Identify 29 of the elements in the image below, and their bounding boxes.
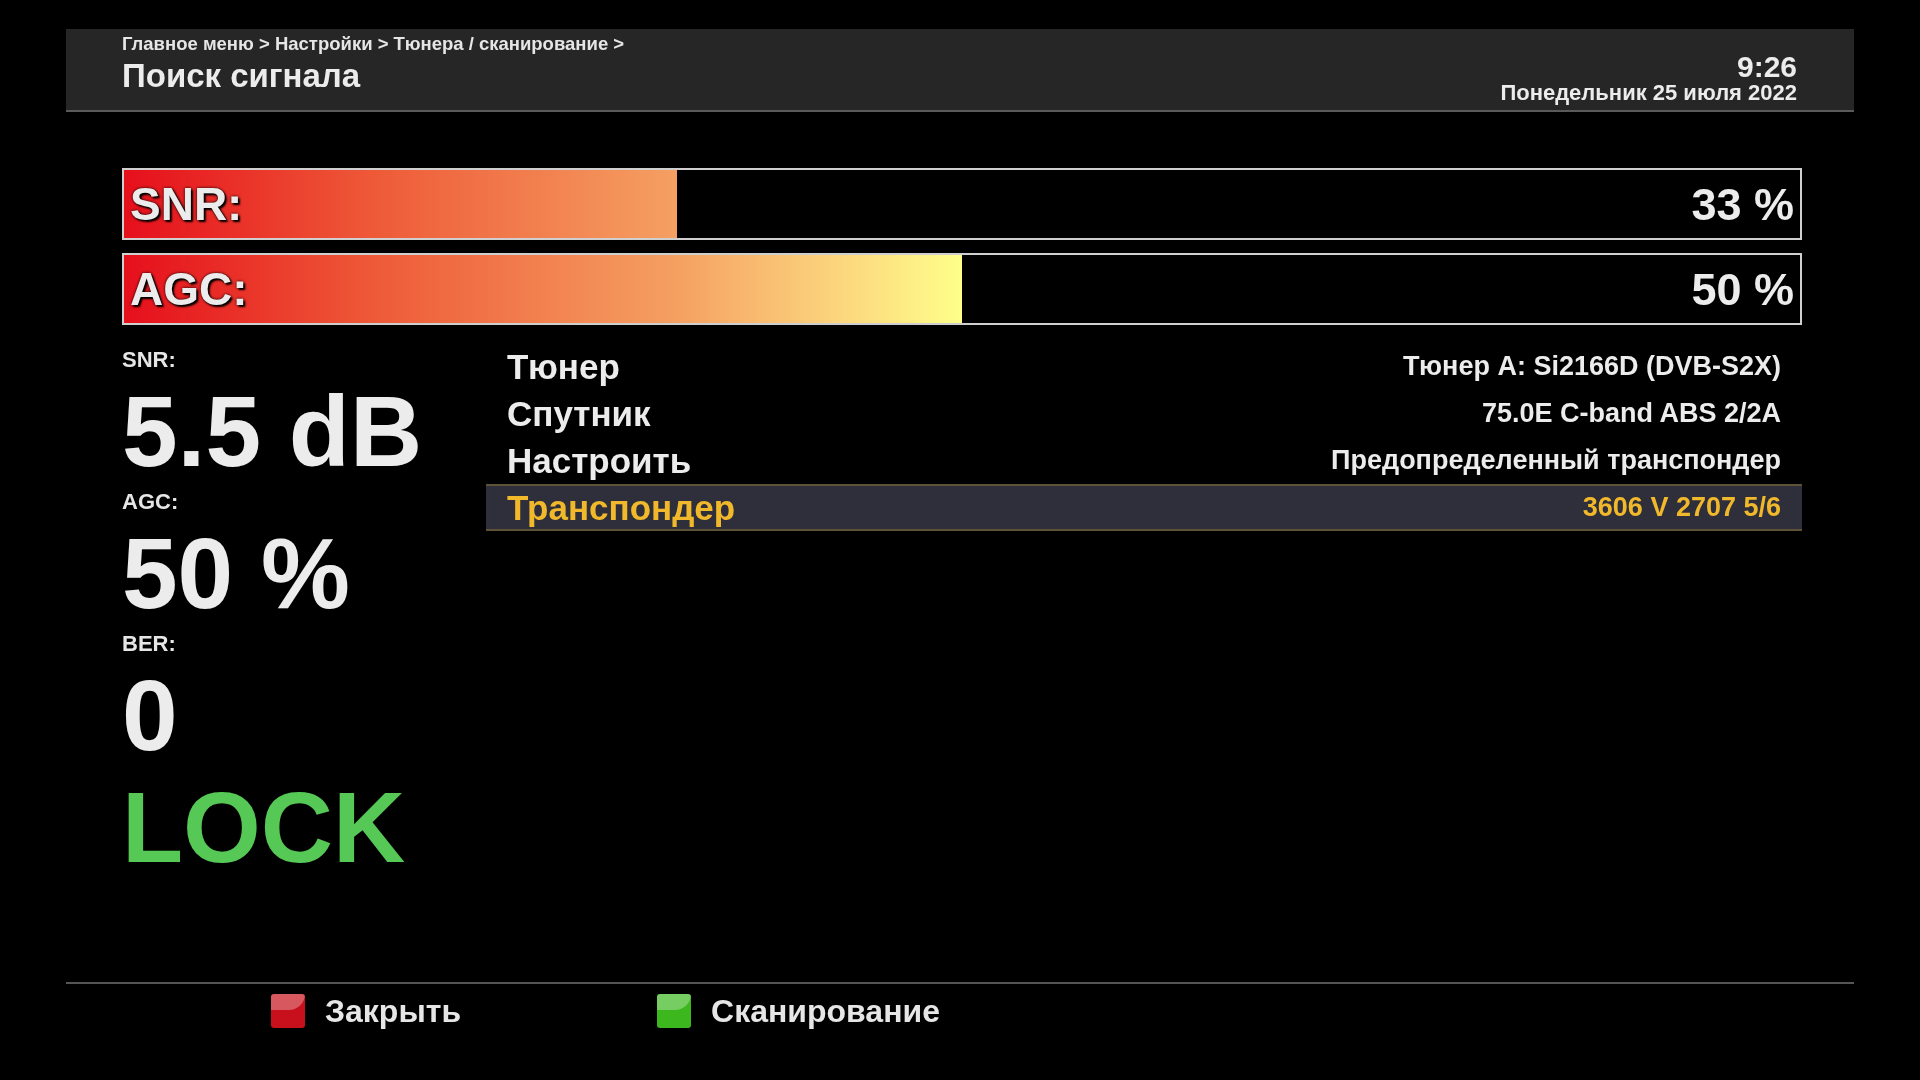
settings-row[interactable]: Настроить Предопределенный транспондер: [486, 437, 1802, 484]
footer-action-label[interactable]: Закрыть: [325, 995, 462, 1027]
setting-value: Предопределенный транспондер: [1331, 447, 1781, 474]
setting-value: 3606 V 2707 5/6: [1582, 494, 1781, 521]
setting-value: Тюнер A: Si2166D (DVB-S2X): [1402, 353, 1781, 380]
meter-reading: 50 %: [1691, 266, 1794, 312]
stat-label: BER:: [122, 633, 177, 655]
setting-label: Спутник: [507, 396, 651, 431]
setting-label: Настроить: [507, 443, 692, 478]
footer-action-label[interactable]: Сканирование: [711, 995, 940, 1027]
clock-time: 9:26: [1736, 52, 1797, 82]
meter-label: AGC:: [130, 266, 248, 312]
stat-value: 0: [122, 665, 179, 765]
setting-label: Тюнер: [507, 349, 620, 384]
stat-value: 5.5 dB: [122, 381, 424, 481]
meter-reading: 33 %: [1691, 181, 1794, 227]
lock-status: LOCK: [122, 777, 407, 877]
page-title: Поиск сигнала: [122, 58, 362, 92]
settings-row[interactable]: Тюнер Тюнер A: Si2166D (DVB-S2X): [486, 343, 1802, 390]
settings-row[interactable]: Спутник 75.0E C-band ABS 2/2A: [486, 390, 1802, 437]
settings-row[interactable]: Транспондер 3606 V 2707 5/6: [486, 484, 1802, 531]
stat-label: SNR:: [122, 349, 177, 371]
date-text: Понедельник 25 июля 2022: [1500, 82, 1797, 104]
stat-value: 50 %: [122, 523, 351, 623]
stat-label: AGC:: [122, 491, 180, 513]
breadcrumb: Главное меню > Настройки > Тюнера / сканирование >: [122, 35, 625, 54]
meter-label: SNR:: [130, 181, 243, 227]
setting-label: Транспондер: [507, 490, 736, 525]
setting-value: 75.0E C-band ABS 2/2A: [1481, 400, 1781, 427]
